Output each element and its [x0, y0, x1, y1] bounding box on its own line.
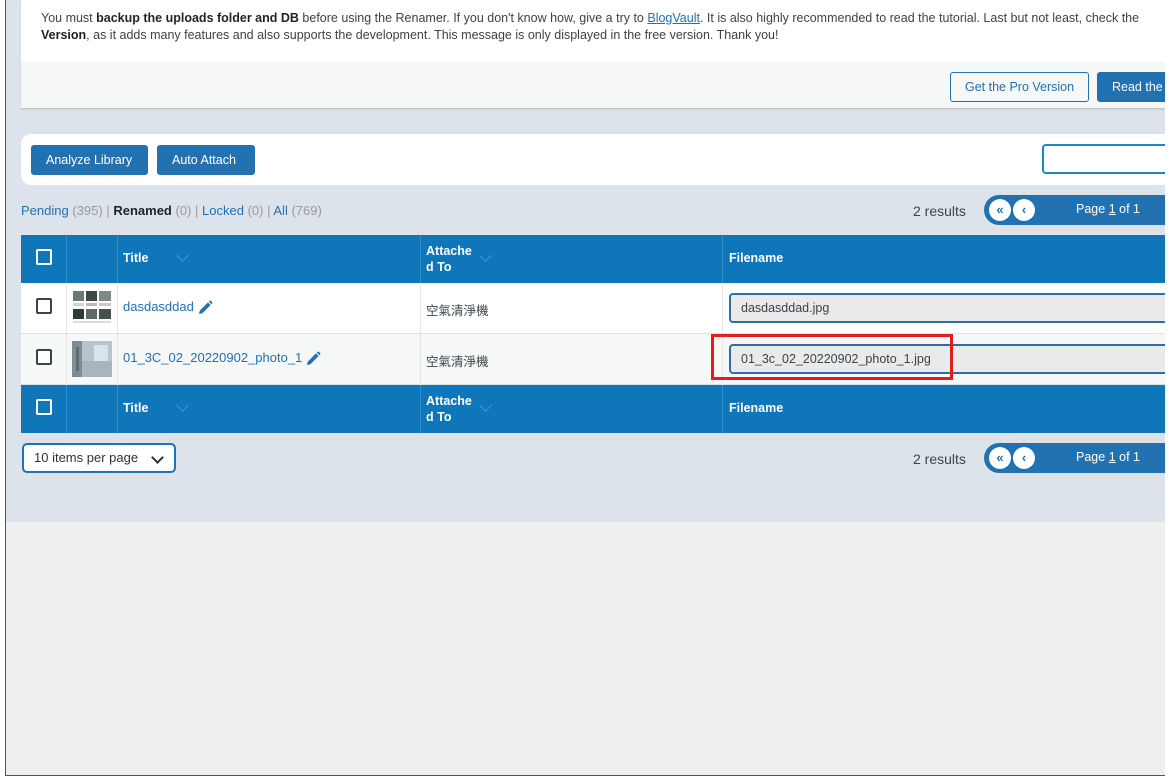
filter-separator: | [267, 203, 271, 218]
attached-to-text[interactable]: 空氣清淨機 [426, 300, 489, 319]
notice-text: You must backup the uploads folder and D… [21, 0, 1165, 62]
header-line: Attache [426, 244, 472, 258]
sort-arrow-icon[interactable] [479, 249, 492, 262]
filter-separator: | [106, 203, 110, 218]
edit-pencil-icon[interactable] [197, 300, 213, 316]
notice-bold-text: backup the uploads folder and DB [96, 11, 299, 25]
column-divider [420, 283, 421, 333]
analyze-library-button[interactable]: Analyze Library [31, 145, 148, 175]
filter-separator: | [195, 203, 199, 218]
thumbnail-image [72, 341, 112, 377]
page-indicator: Page 1 of 1 [1076, 202, 1140, 216]
page-total: of 1 [1119, 202, 1140, 216]
row-title-link[interactable]: dasdasddad [123, 299, 213, 316]
column-divider [420, 334, 421, 384]
filter-renamed[interactable]: Renamed [113, 203, 172, 218]
filter-pending-count: (395) [72, 203, 103, 218]
column-divider [722, 283, 723, 333]
column-divider [117, 385, 118, 433]
sort-arrow-icon[interactable] [176, 249, 189, 262]
sort-arrow-icon[interactable] [479, 399, 492, 412]
blogvault-link[interactable]: BlogVault [647, 11, 700, 25]
filter-locked[interactable]: Locked [202, 203, 244, 218]
column-divider [66, 334, 67, 384]
header-line: Attache [426, 394, 472, 408]
backup-notice: You must backup the uploads folder and D… [21, 0, 1165, 109]
thumbnail-image [72, 290, 112, 326]
chevron-down-icon [151, 451, 164, 464]
pagination-top: « ‹ Page 1 of 1 [984, 195, 1165, 225]
results-count: 2 results [913, 451, 966, 467]
read-tutorial-button[interactable]: Read the [1097, 72, 1165, 102]
notice-text-part: You must [41, 11, 97, 25]
notice-text-part: before using the Renamer. If you don't k… [298, 11, 648, 25]
notice-bold-text: Version [41, 28, 87, 42]
lower-background [6, 522, 1165, 775]
items-per-page-value: 10 items per page [34, 450, 139, 465]
filter-renamed-count: (0) [175, 203, 192, 218]
page-indicator: Page 1 of 1 [1076, 450, 1140, 464]
column-divider [66, 283, 67, 333]
row-title-text[interactable]: dasdasddad [123, 299, 194, 314]
column-divider [117, 283, 118, 333]
page-total: of 1 [1119, 450, 1140, 464]
highlight-box [711, 334, 953, 380]
column-attached-to[interactable]: Attache d To [426, 393, 472, 441]
row-title-text[interactable]: 01_3C_02_20220902_photo_1 [123, 350, 302, 365]
items-per-page-select[interactable]: 10 items per page [22, 443, 176, 473]
current-page-number[interactable]: 1 [1109, 450, 1116, 464]
filter-all[interactable]: All [273, 203, 287, 218]
pagination-bottom: « ‹ Page 1 of 1 [984, 443, 1165, 473]
results-count: 2 results [913, 203, 966, 219]
column-divider [117, 334, 118, 384]
select-all-checkbox[interactable] [36, 249, 52, 265]
row-title-link[interactable]: 01_3C_02_20220902_photo_1 [123, 350, 321, 367]
attached-to-text[interactable]: 空氣清淨機 [426, 351, 489, 370]
notice-line-2: Version, as it adds many features and al… [41, 27, 1161, 44]
auto-attach-button[interactable]: Auto Attach [157, 145, 255, 175]
column-title[interactable]: Title [123, 401, 148, 449]
column-divider [66, 235, 67, 283]
table-header: Title Attache d To Filename [21, 235, 1165, 283]
header-line: d To [426, 260, 452, 274]
column-divider [420, 235, 421, 283]
notice-text-part: , as it adds many features and also supp… [86, 28, 779, 42]
row-checkbox[interactable] [36, 298, 52, 314]
sort-arrow-icon[interactable] [176, 399, 189, 412]
page-word: Page [1076, 450, 1106, 464]
prev-page-icon[interactable]: ‹ [1013, 199, 1035, 221]
prev-page-icon[interactable]: ‹ [1013, 447, 1035, 469]
filter-pending[interactable]: Pending [21, 203, 69, 218]
first-page-icon[interactable]: « [989, 199, 1011, 221]
filename-input[interactable]: dasdasddad.jpg [729, 293, 1165, 323]
filter-locked-count: (0) [247, 203, 264, 218]
column-filename: Filename [729, 401, 784, 415]
get-pro-version-button[interactable]: Get the Pro Version [950, 72, 1089, 102]
action-toolbar: Analyze Library Auto Attach [21, 134, 1165, 185]
column-divider [117, 235, 118, 283]
current-page-number[interactable]: 1 [1109, 202, 1116, 216]
column-divider [420, 385, 421, 433]
page-word: Page [1076, 202, 1106, 216]
row-checkbox[interactable] [36, 349, 52, 365]
status-filters: Pending (395) | Renamed (0) | Locked (0)… [21, 203, 322, 218]
select-all-checkbox[interactable] [36, 399, 52, 415]
table-footer-header: Title Attache d To Filename [21, 385, 1165, 433]
app-frame: You must backup the uploads folder and D… [5, 0, 1165, 776]
notice-text-part: . It is also highly recommended to read … [699, 11, 1140, 25]
column-divider [66, 385, 67, 433]
first-page-icon[interactable]: « [989, 447, 1011, 469]
search-input[interactable] [1042, 144, 1165, 174]
filter-all-count: (769) [291, 203, 322, 218]
table-row: 01_3C_02_20220902_photo_1 空氣清淨機 01_3c_02… [21, 334, 1165, 385]
column-divider [722, 235, 723, 283]
notice-line-1: You must backup the uploads folder and D… [41, 10, 1161, 27]
header-line: d To [426, 410, 452, 424]
edit-pencil-icon[interactable] [305, 351, 321, 367]
column-divider [722, 385, 723, 433]
table-row: dasdasddad 空氣清淨機 dasdasddad.jpg [21, 283, 1165, 334]
